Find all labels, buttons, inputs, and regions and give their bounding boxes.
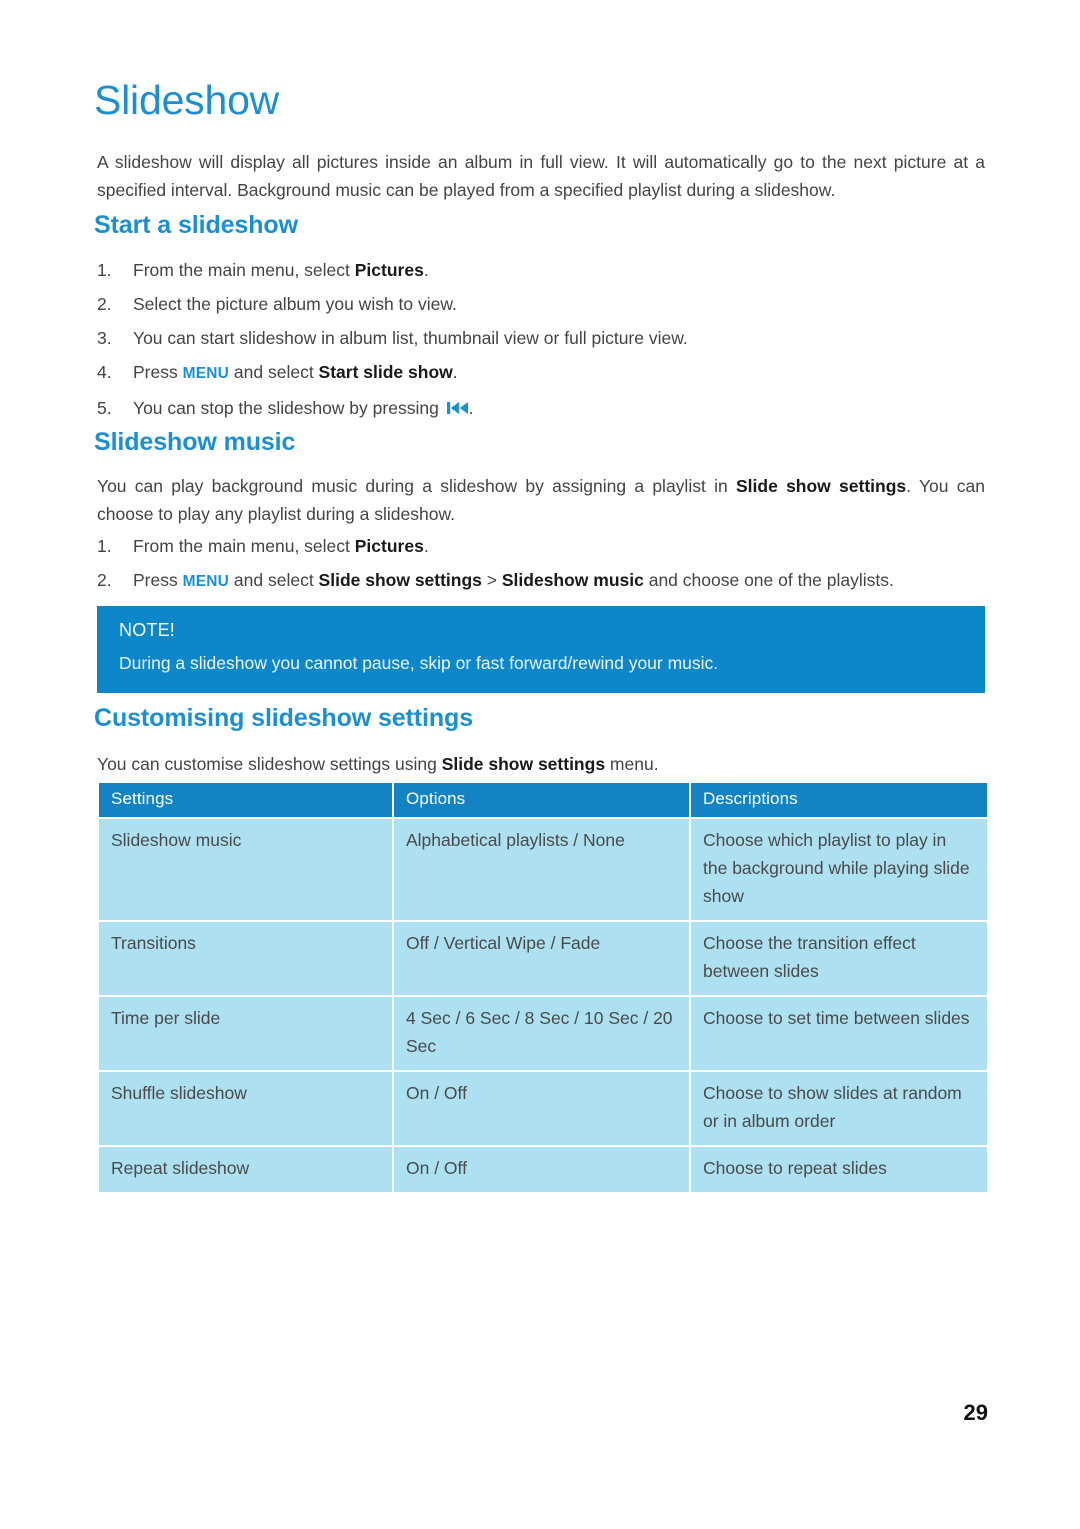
- list-item: 1. From the main menu, select Pictures.: [97, 253, 985, 287]
- cell-description: Choose which playlist to play in the bac…: [691, 819, 987, 920]
- paragraph-bold: Slide show settings: [735, 476, 907, 496]
- step-text-post: .: [423, 260, 429, 280]
- settings-table: Settings Options Descriptions Slideshow …: [97, 781, 989, 1194]
- step-text-post: .: [468, 398, 474, 418]
- menu-key-label: MENU: [182, 573, 230, 590]
- paragraph-post: menu.: [605, 754, 659, 774]
- list-item: 3. You can start slideshow in album list,…: [97, 321, 985, 355]
- heading-customising-slideshow-settings: Customising slideshow settings: [94, 704, 473, 732]
- cell-setting: Time per slide: [99, 997, 392, 1070]
- cell-options: On / Off: [394, 1147, 689, 1192]
- step-text-bold: Pictures: [354, 536, 424, 556]
- list-item: 5. You can stop the slideshow by pressing…: [97, 391, 985, 426]
- heading-start-a-slideshow: Start a slideshow: [94, 211, 298, 239]
- table-row: Repeat slideshow On / Off Choose to repe…: [99, 1147, 987, 1192]
- table-head: Settings Options Descriptions: [99, 783, 987, 817]
- heading-slideshow-music: Slideshow music: [94, 428, 296, 456]
- intro-paragraph: A slideshow will display all pictures in…: [97, 152, 985, 200]
- cell-description: Choose to repeat slides: [691, 1147, 987, 1192]
- step-text-post: .: [452, 362, 458, 382]
- column-header-options: Options: [394, 783, 689, 817]
- table-row: Time per slide 4 Sec / 6 Sec / 8 Sec / 1…: [99, 997, 987, 1070]
- slideshow-music-paragraph: You can play background music during a s…: [97, 472, 985, 528]
- step-text-bold-2: Slideshow music: [501, 570, 644, 590]
- list-number: 2.: [97, 570, 112, 590]
- step-text-post: and choose one of the playlists.: [643, 570, 894, 590]
- table-body: Slideshow music Alphabetical playlists /…: [99, 819, 987, 1192]
- menu-key-label: MENU: [182, 365, 230, 382]
- step-text-separator: >: [481, 570, 502, 590]
- note-body: During a slideshow you cannot pause, ski…: [119, 653, 719, 673]
- page-title: Slideshow: [94, 77, 280, 123]
- start-slideshow-steps: 1. From the main menu, select Pictures. 2…: [97, 253, 985, 426]
- step-text-bold: Slide show settings: [318, 570, 482, 590]
- list-number: 1.: [97, 536, 112, 556]
- customise-paragraph: You can customise slideshow settings usi…: [97, 750, 985, 778]
- cell-options: 4 Sec / 6 Sec / 8 Sec / 10 Sec / 20 Sec: [394, 997, 689, 1070]
- step-text-pre: You can stop the slideshow by pressing: [133, 398, 444, 418]
- table-header-row: Settings Options Descriptions: [99, 783, 987, 817]
- cell-setting: Repeat slideshow: [99, 1147, 392, 1192]
- list-item: 4. Press MENU and select Start slide show…: [97, 355, 985, 391]
- skip-back-icon: [446, 392, 469, 426]
- cell-options: Off / Vertical Wipe / Fade: [394, 922, 689, 995]
- paragraph-pre: You can play background music during a s…: [97, 476, 736, 496]
- note-callout: NOTE! During a slideshow you cannot paus…: [97, 606, 985, 693]
- list-number: 3.: [97, 328, 112, 348]
- document-page: Slideshow A slideshow will display all p…: [0, 0, 1080, 1529]
- step-text-pre: You can start slideshow in album list, t…: [133, 328, 688, 348]
- note-title: NOTE!: [119, 620, 176, 640]
- paragraph-bold: Slide show settings: [441, 754, 606, 774]
- step-text-mid: and select: [229, 570, 319, 590]
- cell-options: On / Off: [394, 1072, 689, 1145]
- cell-description: Choose the transition effect between sli…: [691, 922, 987, 995]
- list-number: 5.: [97, 398, 112, 418]
- list-number: 1.: [97, 260, 112, 280]
- list-item: 2. Select the picture album you wish to v…: [97, 287, 985, 321]
- table-row: Transitions Off / Vertical Wipe / Fade C…: [99, 922, 987, 995]
- cell-setting: Shuffle slideshow: [99, 1072, 392, 1145]
- step-text-pre: From the main menu, select: [133, 260, 355, 280]
- step-text-pre: From the main menu, select: [133, 536, 355, 556]
- cell-description: Choose to set time between slides: [691, 997, 987, 1070]
- cell-setting: Transitions: [99, 922, 392, 995]
- slideshow-music-steps: 1. From the main menu, select Pictures. 2…: [97, 529, 985, 599]
- column-header-descriptions: Descriptions: [691, 783, 987, 817]
- step-text-bold: Pictures: [354, 260, 424, 280]
- step-text-post: .: [423, 536, 429, 556]
- list-number: 4.: [97, 362, 112, 382]
- step-text-bold: Start slide show: [318, 362, 453, 382]
- step-text-pre: Select the picture album you wish to vie…: [133, 294, 457, 314]
- column-header-settings: Settings: [99, 783, 392, 817]
- table-row: Slideshow music Alphabetical playlists /…: [99, 819, 987, 920]
- page-number: 29: [963, 1400, 988, 1425]
- list-item: 1. From the main menu, select Pictures.: [97, 529, 985, 563]
- list-number: 2.: [97, 294, 112, 314]
- step-text-mid: and select: [229, 362, 319, 382]
- step-text-pre: Press: [133, 362, 183, 382]
- paragraph-pre: You can customise slideshow settings usi…: [97, 754, 442, 774]
- cell-description: Choose to show slides at random or in al…: [691, 1072, 987, 1145]
- list-item: 2. Press MENU and select Slide show setti…: [97, 563, 985, 599]
- table-row: Shuffle slideshow On / Off Choose to sho…: [99, 1072, 987, 1145]
- cell-setting: Slideshow music: [99, 819, 392, 920]
- cell-options: Alphabetical playlists / None: [394, 819, 689, 920]
- step-text-pre: Press: [133, 570, 183, 590]
